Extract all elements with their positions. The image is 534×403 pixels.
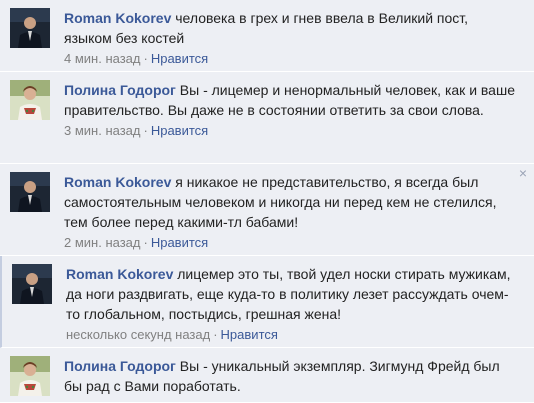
comment-body: Roman Kokorev я никакое не представитель… [64,172,516,253]
comment-item: Roman Kokorev я никакое не представитель… [0,164,534,256]
man-in-suit-avatar-icon [12,264,52,304]
meta-separator: · [143,123,148,138]
comment-body: Roman Kokorev лицемер это ты, твой удел … [66,264,516,345]
avatar-roman-kokorev[interactable] [12,264,52,304]
comment-meta: несколько секунд назад · Нравится [66,325,516,345]
like-link[interactable]: Нравится [151,51,208,66]
comment-author-link[interactable]: Полина Годорог [64,82,176,98]
avatar-polina-godorog[interactable] [10,80,50,120]
comment-meta: 3 мин. назад · Нравится [64,121,516,141]
comment-body: Полина Годорог Вы - лицемер и ненормальн… [64,80,516,141]
man-in-suit-avatar-icon [10,8,50,48]
comment-author-link[interactable]: Полина Годорог [64,358,176,374]
comment-item: Полина Годорог Вы - уникальный экземпляр… [0,348,534,403]
comment-meta: 2 мин. назад · Нравится [64,233,516,253]
comment-timestamp: 4 мин. назад [64,51,141,66]
comment-author-link[interactable]: Roman Kokorev [64,174,171,190]
woman-embroidered-blouse-avatar-icon [10,80,50,120]
meta-separator: · [213,327,218,342]
comment-timestamp: 2 мин. назад [64,235,141,250]
avatar-roman-kokorev[interactable] [10,8,50,48]
avatar-roman-kokorev[interactable] [10,172,50,212]
close-icon[interactable]: × [517,166,529,180]
comment-item: Полина Годорог Вы - лицемер и ненормальн… [0,72,534,164]
comment-author-link[interactable]: Roman Kokorev [66,266,173,282]
comment-thread: Roman Kokorev человека в грех и гнев вве… [0,0,534,403]
comment-item: Roman Kokorev человека в грех и гнев вве… [0,0,534,72]
comment-timestamp: 3 мин. назад [64,123,141,138]
comment-timestamp: несколько секунд назад [66,327,211,342]
meta-separator: · [143,51,148,66]
like-link[interactable]: Нравится [221,327,278,342]
avatar-polina-godorog[interactable] [10,356,50,396]
comment-item: Roman Kokorev лицемер это ты, твой удел … [0,256,534,348]
meta-separator: · [143,235,148,250]
comment-body: Полина Годорог Вы - уникальный экземпляр… [64,356,516,396]
like-link[interactable]: Нравится [151,123,208,138]
comment-meta: 4 мин. назад · Нравится [64,49,516,69]
like-link[interactable]: Нравится [151,235,208,250]
comment-body: Roman Kokorev человека в грех и гнев вве… [64,8,516,69]
comment-author-link[interactable]: Roman Kokorev [64,10,171,26]
woman-embroidered-blouse-avatar-icon [10,356,50,396]
man-in-suit-avatar-icon [10,172,50,212]
